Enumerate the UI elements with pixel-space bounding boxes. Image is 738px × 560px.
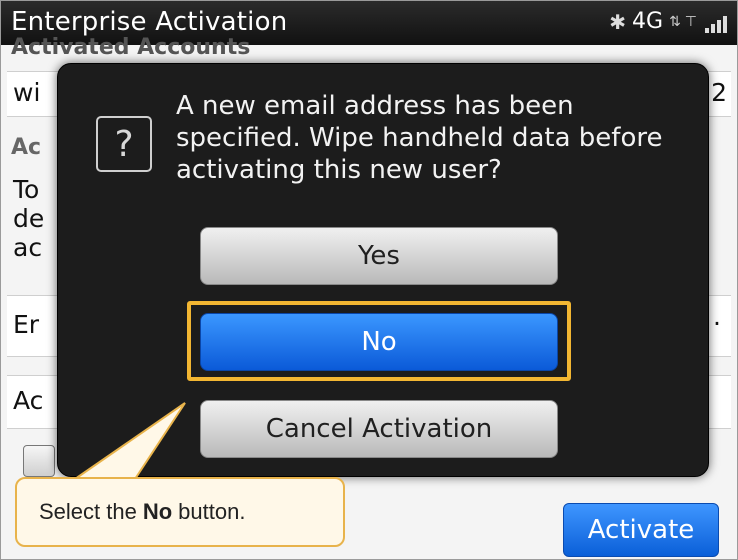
instruction-callout: Select the No button. — [15, 477, 345, 547]
callout-suffix: button. — [178, 499, 246, 524]
callout-bold: No — [142, 499, 173, 524]
signal-bars-icon — [705, 11, 727, 33]
activated-accounts-heading: Activated Accounts — [11, 35, 251, 60]
account-row-text: wi — [13, 78, 41, 107]
data-arrows-icon: ⇅ — [669, 13, 681, 30]
activate-button[interactable]: Activate — [563, 503, 719, 557]
network-type: 4G — [632, 9, 664, 34]
question-icon: ? — [96, 116, 152, 172]
callout-prefix: Select the — [39, 499, 137, 524]
no-button-highlight — [187, 301, 571, 381]
email-label: Er — [13, 310, 40, 339]
dialog-message: A new email address has been specified. … — [176, 91, 663, 185]
screen-title: Enterprise Activation — [11, 7, 288, 37]
status-indicators: ✱ 4G ⇅ ⊤ — [609, 9, 727, 34]
bluetooth-icon: ✱ — [609, 9, 627, 34]
instructions-line: To — [13, 175, 40, 204]
device-screen: Enterprise Activation ✱ 4G ⇅ ⊤ Activated… — [0, 0, 738, 560]
antenna-icon: ⊤ — [684, 13, 697, 30]
yes-button[interactable]: Yes — [200, 227, 558, 285]
instructions-line: ac — [13, 233, 43, 262]
instructions-line: de — [13, 204, 45, 233]
activation-heading: Ac — [11, 135, 42, 160]
email-value-tail: . — [713, 302, 721, 331]
instructions-text: To de ac — [13, 175, 44, 262]
